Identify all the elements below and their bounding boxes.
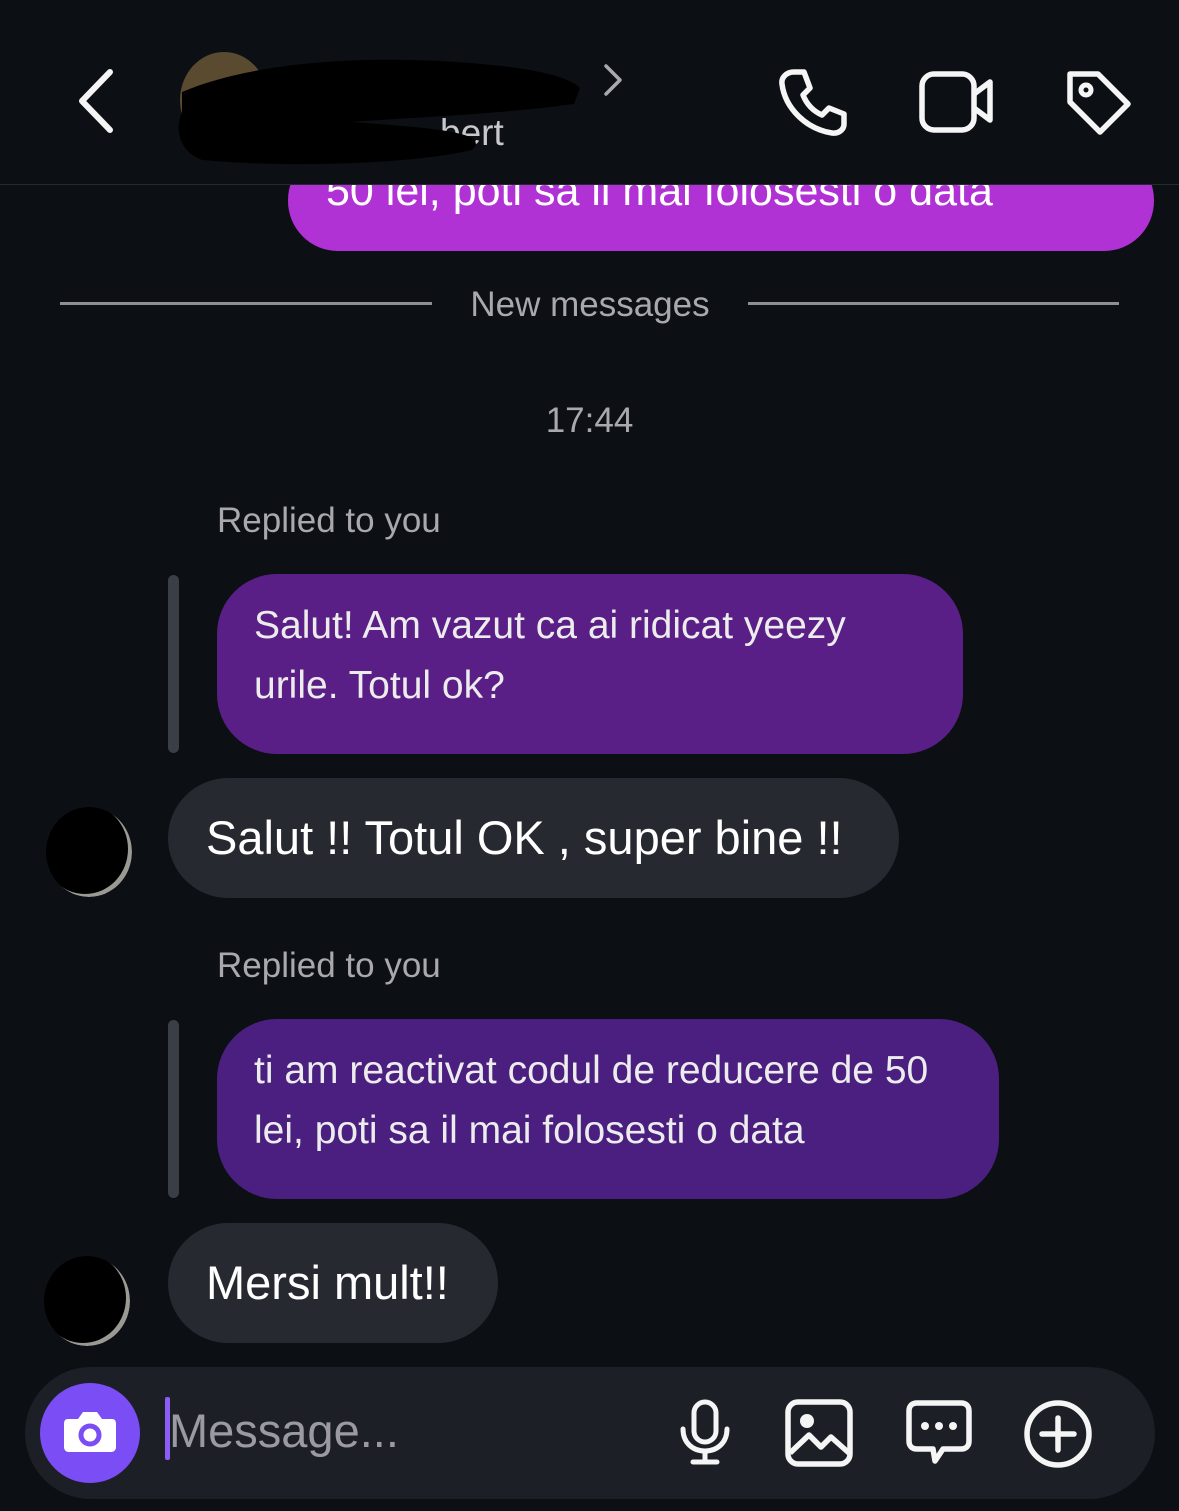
quoted-message-bubble[interactable]: ti am reactivat codul de reducere de 50 … bbox=[217, 1019, 999, 1199]
camera-icon bbox=[62, 1407, 118, 1460]
new-messages-divider-right bbox=[748, 302, 1119, 305]
message-input[interactable] bbox=[169, 1395, 639, 1465]
camera-button[interactable] bbox=[40, 1383, 140, 1483]
chat-header: bert bbox=[0, 0, 1179, 185]
message-timestamp: 17:44 bbox=[545, 401, 634, 440]
incoming-message-text: Salut !! Totul OK , super bine !! bbox=[206, 811, 843, 864]
sender-avatar[interactable] bbox=[46, 807, 132, 897]
microphone-icon[interactable] bbox=[677, 1399, 733, 1472]
sticker-chat-icon[interactable] bbox=[905, 1399, 973, 1472]
reply-quote-bar bbox=[168, 1020, 179, 1198]
new-messages-divider-left bbox=[60, 302, 432, 305]
reply-quote-bar bbox=[168, 575, 179, 753]
quoted-message-bubble[interactable]: Salut! Am vazut ca ai ridicat yeezy uril… bbox=[217, 574, 963, 754]
replied-to-you-label: Replied to you bbox=[217, 946, 441, 985]
quoted-message-text: Salut! Am vazut ca ai ridicat yeezy uril… bbox=[254, 604, 846, 707]
message-composer bbox=[25, 1367, 1155, 1499]
incoming-message-text: Mersi mult!! bbox=[206, 1256, 449, 1309]
gallery-icon[interactable] bbox=[785, 1399, 853, 1472]
message-thread[interactable]: 50 lei, poti sa il mai folosesti o data … bbox=[0, 0, 1179, 1511]
replied-to-you-label: Replied to you bbox=[217, 501, 441, 540]
video-icon[interactable] bbox=[918, 68, 996, 139]
tag-icon[interactable] bbox=[1062, 66, 1134, 143]
quoted-message-text: ti am reactivat codul de reducere de 50 … bbox=[254, 1049, 929, 1152]
add-icon[interactable] bbox=[1023, 1399, 1093, 1474]
redaction-scribble bbox=[178, 59, 580, 165]
incoming-message-bubble[interactable]: Salut !! Totul OK , super bine !! bbox=[168, 778, 899, 898]
sender-avatar[interactable] bbox=[44, 1256, 130, 1346]
chevron-right-icon[interactable] bbox=[600, 62, 626, 103]
back-chevron-icon[interactable] bbox=[72, 66, 120, 141]
new-messages-divider-label: New messages bbox=[470, 285, 710, 324]
phone-icon[interactable] bbox=[776, 66, 850, 143]
incoming-message-bubble[interactable]: Mersi mult!! bbox=[168, 1223, 498, 1343]
